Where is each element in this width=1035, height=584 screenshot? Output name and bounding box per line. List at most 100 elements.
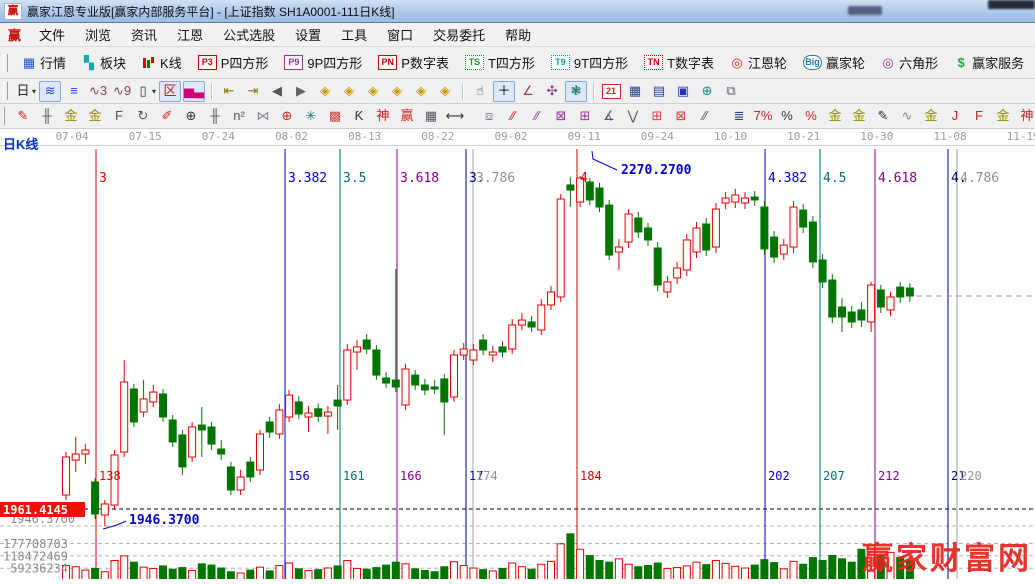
t-number-table-button[interactable]: TNT数字表	[636, 50, 722, 75]
fib-f-icon[interactable]: F	[108, 106, 130, 127]
candle-body	[470, 350, 477, 360]
note-list-icon[interactable]: ≡	[63, 81, 85, 102]
gold-circle-icon[interactable]: 金	[824, 106, 846, 127]
red-rays-icon[interactable]: ∕∕	[502, 106, 524, 127]
gold-grid-1-icon[interactable]: 金	[60, 106, 82, 127]
candle-pen-icon[interactable]: ✎	[872, 106, 894, 127]
k-notation-icon[interactable]: Ƙ	[348, 106, 370, 127]
star-burst-icon[interactable]: ✳	[300, 106, 322, 127]
zoom-diamond-h-icon[interactable]: ◈	[362, 81, 384, 102]
zoom-diamond-full-icon[interactable]: ◈	[434, 81, 456, 102]
red-box-grid-icon[interactable]: ⊠	[670, 106, 692, 127]
f-angle-icon[interactable]: F	[968, 106, 990, 127]
first-bar-icon[interactable]: ⇤	[218, 81, 240, 102]
menu-item-2[interactable]: 浏览	[75, 23, 121, 46]
grid-123-icon[interactable]: ▦	[420, 106, 442, 127]
nine-p-square-button[interactable]: P99P四方形	[276, 50, 370, 75]
zoom-diamond-all-icon[interactable]: ◈	[410, 81, 432, 102]
angle-mirror-icon[interactable]: ⋈	[252, 106, 274, 127]
purple-box-rays-icon[interactable]: ⊠	[550, 106, 572, 127]
nine-t-square-button[interactable]: T99T四方形	[543, 50, 636, 75]
wave-3-icon[interactable]: ∿3	[87, 81, 109, 102]
gold-underline-icon[interactable]: 金	[920, 106, 942, 127]
winner-service-button[interactable]: $赢家服务	[946, 50, 1032, 75]
percent-7-icon[interactable]: 7%	[752, 106, 774, 127]
save-icon[interactable]: ▣	[672, 81, 694, 102]
candle-body	[363, 340, 370, 349]
wave-overlay-icon[interactable]: ∿	[896, 106, 918, 127]
shen-tool-icon[interactable]: 神	[372, 106, 394, 127]
shen-angle-icon[interactable]: 神	[1016, 106, 1035, 127]
menu-item-7[interactable]: 工具	[331, 23, 377, 46]
calculator-icon[interactable]: ▦	[624, 81, 646, 102]
grid-ruler-icon[interactable]: ╫	[36, 106, 58, 127]
gold-line-icon[interactable]: 金	[848, 106, 870, 127]
notepad-icon[interactable]: ▤	[648, 81, 670, 102]
zoom-diamond-right-icon[interactable]: ◈	[338, 81, 360, 102]
menu-item-1[interactable]: 文件	[29, 23, 75, 46]
box-select-icon[interactable]: ⧈	[478, 106, 500, 127]
t-square-button[interactable]: TST四方形	[457, 50, 543, 75]
kline-button[interactable]: K线	[134, 50, 190, 75]
angle-measure-icon[interactable]: ∠	[517, 81, 539, 102]
menu-item-4[interactable]: 江恩	[167, 23, 213, 46]
period-daily-selector[interactable]: 日▾	[15, 81, 37, 102]
menu-item-10[interactable]: 帮助	[495, 23, 541, 46]
window-titlebar[interactable]: 赢 赢家江恩专业版[赢家内部服务平台] - [上证指数 SH1A0001-111…	[0, 0, 1035, 23]
p-square-button[interactable]: P3P四方形	[190, 50, 277, 75]
width-measure-icon[interactable]: ⟷	[444, 106, 466, 127]
v-wave-icon[interactable]: ⋁	[622, 106, 644, 127]
histogram-icon[interactable]: ▅▃	[183, 81, 205, 102]
percent-icon[interactable]: %	[776, 106, 798, 127]
hand-tool-icon[interactable]: ☝	[469, 81, 491, 102]
prev-bar-icon[interactable]: ◀	[266, 81, 288, 102]
market-quotes-button[interactable]: ▦行情	[14, 50, 74, 75]
zoom-diamond-left-icon[interactable]: ◈	[314, 81, 336, 102]
stats-bars-icon[interactable]: ≣	[728, 106, 750, 127]
circle-cross-icon[interactable]: ⊕	[276, 106, 298, 127]
purple-grid-icon[interactable]: ⊞	[574, 106, 596, 127]
spiral-icon[interactable]: ↻	[132, 106, 154, 127]
crosshair-tool-icon[interactable]: ＋	[493, 81, 515, 102]
purple-rays-icon[interactable]: ∕∕	[526, 106, 548, 127]
j-angle-icon[interactable]: J	[944, 106, 966, 127]
wave-9-icon[interactable]: ∿9	[111, 81, 133, 102]
gold-underline-icon: 金	[924, 109, 938, 123]
teal-pattern-icon[interactable]: ❃	[565, 81, 587, 102]
brush-tool-icon[interactable]: ✎	[12, 106, 34, 127]
network-icon[interactable]: ⊕	[696, 81, 718, 102]
gann-wheel-button[interactable]: ◎江恩轮	[722, 50, 795, 75]
p-number-table-button[interactable]: PNP数字表	[370, 50, 457, 75]
sectors-button[interactable]: ▚板块	[74, 50, 134, 75]
single-candle-selector[interactable]: ▯▾	[135, 81, 157, 102]
maze-grid-icon[interactable]: ▩	[324, 106, 346, 127]
menu-item-3[interactable]: 资讯	[121, 23, 167, 46]
last-bar-icon[interactable]: ⇥	[242, 81, 264, 102]
zigzag-pattern-icon[interactable]: ≋	[39, 81, 61, 102]
red-grid-icon[interactable]: ⊞	[646, 106, 668, 127]
hatch-lines-icon[interactable]: ∕∕	[694, 106, 716, 127]
menu-item-9[interactable]: 交易委托	[423, 23, 495, 46]
calendar-icon[interactable]: 21	[600, 81, 622, 102]
n-squared-icon[interactable]: n²	[228, 106, 250, 127]
menu-item-6[interactable]: 设置	[285, 23, 331, 46]
circle-ticks-icon[interactable]: ⊕	[180, 106, 202, 127]
hexagon-button[interactable]: ◎六角形	[873, 50, 946, 75]
pencil-rays-icon[interactable]: ∡	[598, 106, 620, 127]
percent-line-icon[interactable]: %	[800, 106, 822, 127]
kline-chart-canvas[interactable]: 07-0407-1507-2408-0208-1308-2209-0209-11…	[0, 129, 1035, 579]
menu-item-5[interactable]: 公式选股	[213, 23, 285, 46]
pen-chart-icon[interactable]: ✐	[156, 106, 178, 127]
ying-tool-icon[interactable]: 赢	[396, 106, 418, 127]
ruler-2-icon[interactable]: ╫	[204, 106, 226, 127]
next-bar-icon[interactable]: ▶	[290, 81, 312, 102]
remote-pc-icon[interactable]: ⧉	[720, 81, 742, 102]
red-pattern-icon[interactable]: 区	[159, 81, 181, 102]
zoom-diamond-x-icon[interactable]: ◈	[386, 81, 408, 102]
gold-angle-icon[interactable]: 金	[992, 106, 1014, 127]
gold-grid-2-icon[interactable]: 金	[84, 106, 106, 127]
chart-area[interactable]: 日K线 07-0407-1507-2408-0208-1308-2209-020…	[0, 129, 1035, 579]
purple-flower-tool-icon[interactable]: ✣	[541, 81, 563, 102]
winner-wheel-button[interactable]: Big赢家轮	[795, 50, 873, 75]
menu-item-8[interactable]: 窗口	[377, 23, 423, 46]
